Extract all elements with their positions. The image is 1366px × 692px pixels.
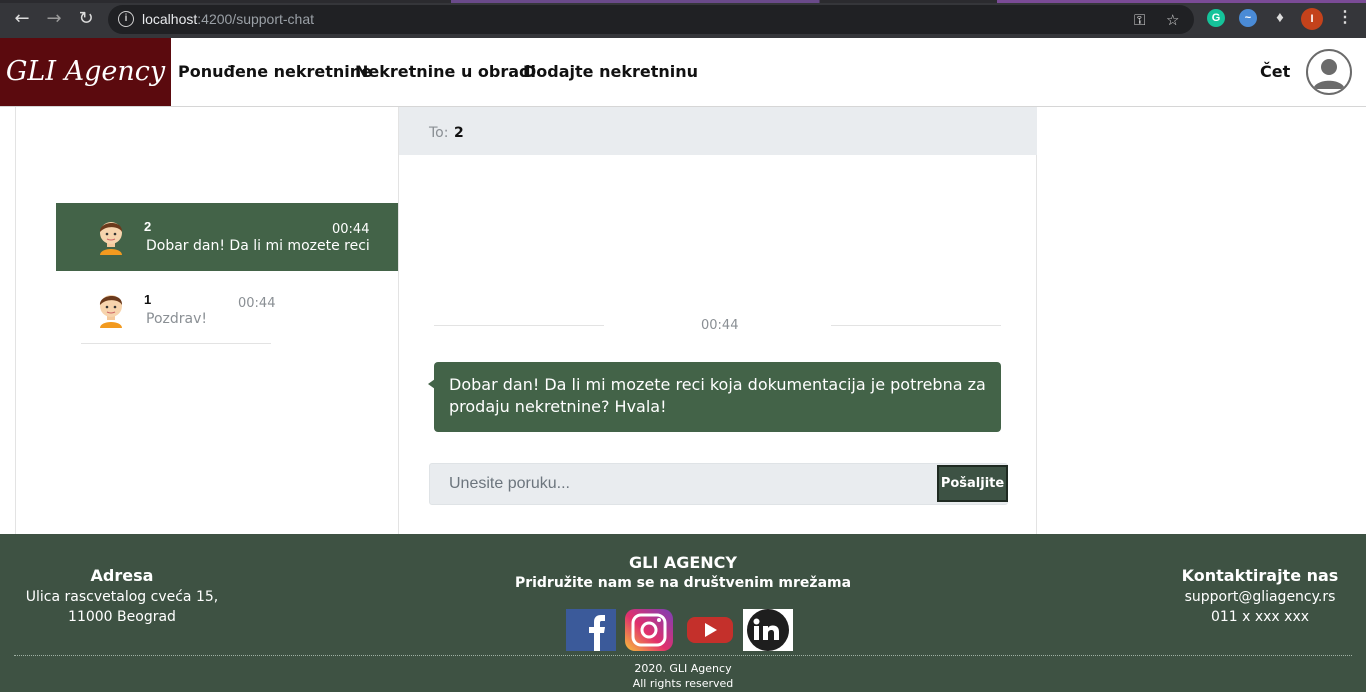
extension-icon[interactable]: ~: [1239, 9, 1257, 27]
site-navbar: GLI Agency Ponuđene nekretnine Nekretnin…: [0, 38, 1366, 107]
youtube-icon[interactable]: [685, 609, 735, 651]
footer-contact-email[interactable]: support@gliagency.rs: [1160, 587, 1360, 607]
chat-list-item[interactable]: 1 00:44 Pozdrav!: [81, 277, 275, 344]
key-icon[interactable]: ⚿: [1134, 11, 1145, 29]
site-footer: Adresa Ulica rascvetalog cveća 15, 11000…: [0, 534, 1366, 692]
user-face-icon: [99, 222, 123, 255]
footer-address-line2: 11000 Beograd: [68, 609, 176, 625]
footer-contact-title: Kontaktirajte nas: [1181, 566, 1339, 585]
instagram-icon[interactable]: [624, 609, 674, 651]
footer-copyright-line1: 2020. GLI Agency: [634, 662, 732, 675]
reload-icon[interactable]: ↻: [76, 9, 96, 29]
forward-icon[interactable]: →: [44, 9, 64, 29]
facebook-icon[interactable]: [566, 609, 616, 651]
footer-copyright-line2: All rights reserved: [632, 677, 734, 690]
date-divider-left: [434, 325, 604, 326]
url-host: localhost: [142, 11, 198, 27]
footer-address-line1: Ulica rascvetalog cveća 15,: [25, 589, 219, 605]
send-button[interactable]: Pošaljite: [937, 465, 1008, 502]
footer-brand-title: GLI AGENCY: [628, 553, 737, 572]
date-divider-time: 00:44: [701, 318, 739, 333]
puzzle-icon[interactable]: ♦: [1271, 9, 1289, 27]
message-bubble: Dobar dan! Da li mi mozete reci koja dok…: [434, 362, 1001, 432]
chat-item-time: 00:44: [238, 296, 276, 311]
chat-item-preview: Dobar dan! Da li mi mozete reci: [146, 238, 370, 254]
tab-strip-edge: [0, 0, 1366, 3]
footer-address-title: Adresa: [90, 566, 154, 585]
footer-copyright: 2020. GLI Agency All rights reserved: [583, 661, 783, 691]
chat-list-item-active[interactable]: 2 00:44 Dobar dan! Da li mi mozete reci: [56, 203, 400, 271]
back-icon[interactable]: ←: [12, 9, 32, 29]
message-compose: Pošaljite: [429, 463, 1008, 505]
brand-logo[interactable]: GLI Agency: [0, 38, 171, 106]
chat-item-time: 00:44: [332, 222, 370, 237]
nav-link-offered[interactable]: Ponuđene nekretnine: [178, 62, 372, 81]
recipient-value: 2: [454, 125, 464, 141]
user-avatar-icon[interactable]: [1306, 49, 1352, 95]
nav-link-chat[interactable]: Čet: [1260, 62, 1290, 81]
profile-icon[interactable]: I: [1301, 8, 1323, 30]
footer-center: GLI AGENCY Pridružite nam se na društven…: [483, 553, 883, 591]
linkedin-icon[interactable]: [743, 609, 793, 651]
recipient-bar: To: 2: [399, 107, 1037, 155]
user-face-icon: [99, 295, 123, 328]
address-bar[interactable]: i localhost:4200/support-chat ⚿ ☆: [108, 5, 1194, 34]
conversation-panel: To: 2 00:44 Dobar dan! Da li mi mozete r…: [398, 107, 1037, 534]
footer-address: Adresa Ulica rascvetalog cveća 15, 11000…: [22, 566, 222, 627]
site-info-icon[interactable]: i: [118, 11, 134, 27]
footer-social-caption: Pridružite nam se na društvenim mrežama: [514, 575, 852, 591]
chat-item-name: 1: [144, 292, 152, 307]
footer-contact: Kontaktirajte nas support@gliagency.rs 0…: [1160, 566, 1360, 627]
chat-item-preview: Pozdrav!: [146, 311, 207, 327]
nav-link-add[interactable]: Dodajte nekretninu: [523, 62, 698, 81]
star-icon[interactable]: ☆: [1166, 11, 1179, 29]
chat-item-name: 2: [144, 219, 152, 234]
footer-contact-phone: 011 x xxx xxx: [1210, 609, 1310, 625]
url-path: :4200/support-chat: [197, 11, 315, 27]
recipient-label: To:: [429, 125, 449, 141]
chat-list-panel: 2 00:44 Dobar dan! Da li mi mozete reci …: [15, 107, 400, 534]
grammarly-icon[interactable]: G: [1207, 9, 1225, 27]
browser-toolbar: ← → ↻ i localhost:4200/support-chat ⚿ ☆ …: [0, 0, 1366, 38]
menu-icon[interactable]: ⋮: [1336, 9, 1354, 27]
date-divider-right: [831, 325, 1001, 326]
message-input[interactable]: [430, 464, 935, 504]
url-text[interactable]: localhost:4200/support-chat: [142, 11, 314, 27]
footer-divider: [14, 655, 1352, 656]
nav-link-in-progress[interactable]: Nekretnine u obradi: [355, 62, 536, 81]
